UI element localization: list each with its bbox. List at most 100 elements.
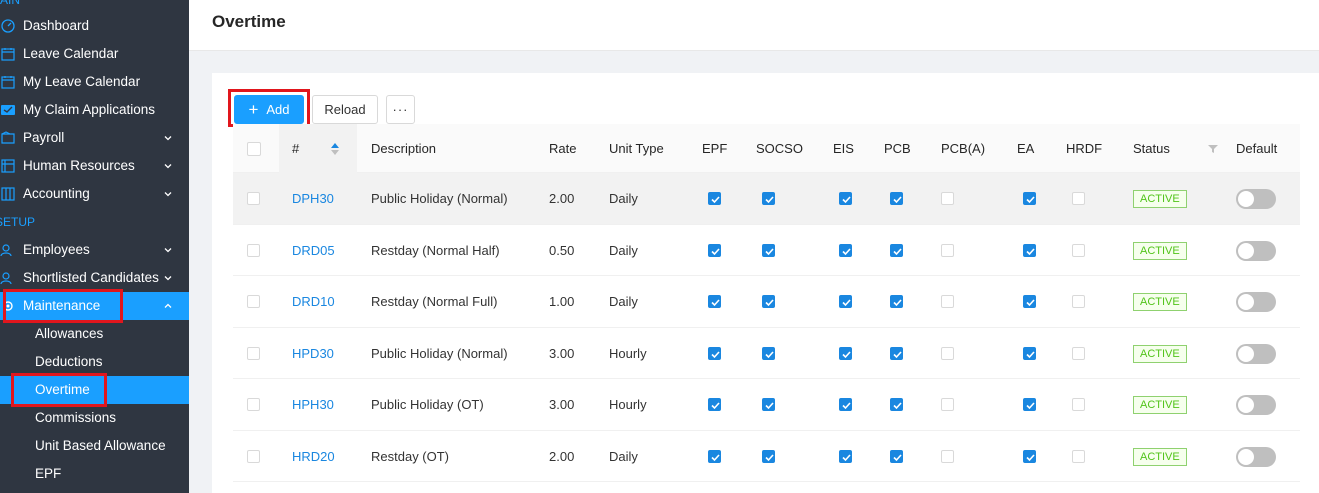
sidebar-item-shortlisted-candidates[interactable]: Shortlisted Candidates — [0, 264, 189, 292]
row-epf-checkbox[interactable] — [708, 449, 721, 463]
row-ea-checkbox[interactable] — [1023, 398, 1036, 411]
sidebar-item-human-resources[interactable]: Human Resources — [0, 152, 189, 180]
row-epf-checkbox[interactable] — [708, 192, 721, 205]
row-hrdf-checkbox[interactable] — [1072, 346, 1085, 360]
row-pcb-checkbox[interactable] — [890, 346, 903, 360]
default-toggle[interactable] — [1236, 446, 1276, 467]
table-row[interactable]: DRD05 Restday (Normal Half) 0.50 Daily ACTIV… — [233, 225, 1300, 276]
row-eis-checkbox[interactable] — [839, 243, 852, 257]
sidebar-subitem-label: Deductions — [35, 354, 103, 369]
sidebar-item-employees[interactable]: Employees — [0, 236, 189, 264]
sidebar-item-label: Dashboard — [23, 18, 90, 33]
row-pcba-checkbox[interactable] — [941, 192, 954, 205]
row-code-link[interactable]: HPD30 — [292, 328, 334, 379]
row-code-link[interactable]: DPH30 — [292, 173, 334, 224]
row-epf-checkbox[interactable] — [708, 346, 721, 360]
sidebar-item-leave-calendar[interactable]: Leave Calendar — [0, 40, 189, 68]
row-hrdf-checkbox[interactable] — [1072, 192, 1085, 205]
default-toggle[interactable] — [1236, 343, 1276, 364]
row-pcba-checkbox[interactable] — [941, 346, 954, 360]
row-pcba-checkbox[interactable] — [941, 295, 954, 308]
row-code-link[interactable]: DRD10 — [292, 276, 335, 327]
row-select-checkbox[interactable] — [247, 398, 260, 411]
code-column-sorted-bg — [279, 124, 357, 173]
sidebar-item-my-claim-applications[interactable]: My Claim Applications — [0, 96, 189, 124]
row-ea-checkbox[interactable] — [1023, 295, 1036, 308]
table-row[interactable]: DRD10 Restday (Normal Full) 1.00 Daily ACTIV… — [233, 276, 1300, 328]
filter-icon[interactable] — [1208, 144, 1218, 154]
row-pcb-checkbox[interactable] — [890, 243, 903, 257]
row-code-link[interactable]: HPH30 — [292, 379, 334, 430]
row-eis-checkbox[interactable] — [839, 192, 852, 205]
sidebar-item-dashboard[interactable]: Dashboard — [0, 12, 189, 40]
row-pcb-checkbox[interactable] — [890, 398, 903, 411]
sidebar-subitem-overtime[interactable]: Overtime — [0, 376, 189, 404]
row-hrdf-checkbox[interactable] — [1072, 243, 1085, 257]
row-pcb-checkbox[interactable] — [890, 192, 903, 205]
row-socso-checkbox[interactable] — [762, 192, 775, 205]
row-socso-checkbox[interactable] — [762, 346, 775, 360]
row-unit-type: Daily — [609, 191, 638, 206]
row-epf-checkbox[interactable] — [708, 398, 721, 411]
sidebar-item-payroll[interactable]: Payroll — [0, 124, 189, 152]
sidebar: MAIN Dashboard Leave Calendar My Leave C… — [0, 0, 189, 493]
sidebar-section-setup: SETUP — [0, 215, 36, 229]
row-eis-checkbox[interactable] — [839, 346, 852, 360]
row-select-checkbox[interactable] — [247, 346, 260, 360]
row-socso-checkbox[interactable] — [762, 449, 775, 463]
default-toggle[interactable] — [1236, 395, 1276, 415]
row-hrdf-checkbox[interactable] — [1072, 449, 1085, 463]
table-row[interactable]: HPH30 Public Holiday (OT) 3.00 Hourly ACTIVE — [233, 379, 1300, 431]
select-all-checkbox[interactable] — [247, 142, 261, 156]
header-code[interactable]: # — [292, 124, 299, 173]
row-eis-checkbox[interactable] — [839, 449, 852, 463]
row-eis-checkbox[interactable] — [839, 398, 852, 411]
row-pcba-checkbox[interactable] — [941, 449, 954, 463]
row-select-checkbox[interactable] — [247, 243, 260, 257]
add-button[interactable]: + Add — [234, 95, 304, 124]
table-row[interactable]: HRD20 Restday (OT) 2.00 Daily ACTIVE — [233, 431, 1300, 482]
row-hrdf-checkbox[interactable] — [1072, 295, 1085, 308]
sidebar-subitem-unit-based-allowance[interactable]: Unit Based Allowance — [0, 432, 189, 460]
row-pcba-checkbox[interactable] — [941, 243, 954, 257]
row-code-link[interactable]: HRD20 — [292, 431, 335, 482]
sidebar-subitem-deductions[interactable]: Deductions — [0, 348, 189, 376]
row-ea-checkbox[interactable] — [1023, 192, 1036, 205]
row-select-checkbox[interactable] — [247, 449, 260, 463]
sidebar-subitem-commissions[interactable]: Commissions — [0, 404, 189, 432]
default-toggle[interactable] — [1236, 240, 1276, 261]
table-row[interactable]: DPH30 Public Holiday (Normal) 2.00 Daily ACT… — [233, 173, 1300, 225]
sidebar-subitem-epf[interactable]: EPF — [0, 460, 189, 488]
more-options-button[interactable]: ··· — [386, 95, 415, 124]
row-hrdf-checkbox[interactable] — [1072, 398, 1085, 411]
default-toggle[interactable] — [1236, 292, 1276, 312]
row-socso-checkbox[interactable] — [762, 243, 775, 257]
row-socso-checkbox[interactable] — [762, 398, 775, 411]
default-toggle[interactable] — [1236, 189, 1276, 209]
row-socso-checkbox[interactable] — [762, 295, 775, 308]
sort-icon[interactable] — [331, 143, 339, 155]
row-pcba-checkbox[interactable] — [941, 398, 954, 411]
row-ea-checkbox[interactable] — [1023, 449, 1036, 463]
sidebar-item-maintenance[interactable]: Maintenance — [0, 292, 189, 320]
row-select-checkbox[interactable] — [247, 295, 260, 308]
row-pcb-checkbox[interactable] — [890, 295, 903, 308]
toggle-knob — [1238, 242, 1254, 259]
table-row[interactable]: HPD30 Public Holiday (Normal) 3.00 Hourly AC… — [233, 328, 1300, 379]
reload-button[interactable]: Reload — [312, 95, 378, 124]
row-eis-checkbox[interactable] — [839, 295, 852, 308]
row-epf-checkbox[interactable] — [708, 295, 721, 308]
main-content: Overtime + Add Reload ··· # Description … — [189, 0, 1319, 493]
row-ea-checkbox[interactable] — [1023, 346, 1036, 360]
row-pcb-checkbox[interactable] — [890, 449, 903, 463]
sidebar-item-accounting[interactable]: Accounting — [0, 180, 189, 208]
header-socso: SOCSO — [756, 141, 803, 156]
sidebar-subitem-allowances[interactable]: Allowances — [0, 320, 189, 348]
row-select-checkbox[interactable] — [247, 192, 260, 205]
human-resources-icon — [0, 158, 16, 174]
row-description: Restday (Normal Full) — [371, 294, 498, 309]
row-code-link[interactable]: DRD05 — [292, 225, 335, 276]
row-epf-checkbox[interactable] — [708, 243, 721, 257]
row-ea-checkbox[interactable] — [1023, 243, 1036, 257]
sidebar-item-my-leave-calendar[interactable]: My Leave Calendar — [0, 68, 189, 96]
